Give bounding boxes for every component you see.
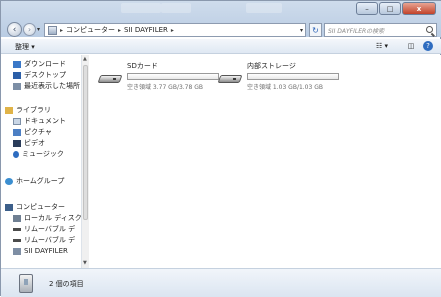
nav-item-pictures[interactable]: ピクチャ (13, 127, 52, 137)
scroll-up-icon[interactable]: ▲ (83, 56, 87, 62)
close-button[interactable]: x (402, 2, 436, 15)
address-history-dropdown[interactable]: ▾ (300, 27, 303, 34)
recent-pages-dropdown[interactable]: ▾ (37, 26, 40, 33)
download-folder-icon (13, 60, 21, 68)
nav-item-label: ライブラリ (16, 106, 51, 114)
breadcrumb-device[interactable]: SII DAYFILER (124, 26, 168, 34)
drive-name: 内部ストレージ (247, 62, 296, 70)
minimize-icon: – (365, 4, 369, 13)
nav-item-label: リムーバブル デ (24, 225, 76, 233)
drive-capacity-bar (247, 73, 339, 80)
nav-item-label: ピクチャ (24, 128, 52, 136)
nav-item-desktop[interactable]: デスクトップ (13, 70, 66, 80)
recent-places-icon (13, 82, 21, 90)
nav-item-removable-disk-2[interactable]: リムーバブル デ (13, 235, 75, 245)
homegroup-icon (5, 177, 13, 185)
window-controls: – □ x (355, 2, 436, 16)
breadcrumb-computer[interactable]: コンピューター (66, 25, 115, 35)
device-icon (13, 247, 21, 255)
drive-item[interactable]: 内部ストレージ 空き領域 1.03 GB/1.03 GB (217, 61, 339, 91)
nav-item-label: SII DAYFILER (24, 247, 68, 255)
back-button[interactable]: ‹ (7, 22, 22, 37)
nav-item-label: ビデオ (24, 139, 45, 147)
computer-icon (5, 203, 13, 211)
nav-item-label: ローカル ディスク (24, 214, 81, 222)
refresh-icon: ↻ (312, 25, 319, 35)
nav-item-local-disk[interactable]: ローカル ディスク (13, 213, 81, 223)
music-icon (13, 150, 19, 158)
library-icon (5, 106, 13, 114)
nav-item-label: 最近表示した場所 (24, 82, 80, 90)
nav-item-label: デスクトップ (24, 71, 66, 79)
organize-menu[interactable]: 整理 ▾ (15, 42, 35, 52)
drive-free-space: 空き領域 3.77 GB/3.78 GB (127, 84, 203, 91)
explorer-window: – □ x ‹ › ▾ ▸ コンピューター ▸ SII DAYFILER ▸ ▾… (0, 0, 441, 297)
nav-item-computer[interactable]: コンピューター (5, 202, 65, 212)
drive-capacity-bar (127, 73, 219, 80)
nav-item-music[interactable]: ミュージック (13, 149, 64, 159)
chevron-down-icon: ▾ (37, 26, 41, 33)
background-window-tab (121, 3, 161, 13)
title-bar: – □ x ‹ › ▾ ▸ コンピューター ▸ SII DAYFILER ▸ ▾… (1, 1, 441, 37)
nav-item-downloads[interactable]: ダウンロード (13, 59, 66, 69)
search-icon[interactable] (426, 26, 433, 33)
nav-item-label: ホームグループ (16, 177, 65, 185)
removable-disk-icon (13, 227, 21, 231)
refresh-button[interactable]: ↻ (309, 23, 322, 37)
close-icon: x (416, 4, 422, 13)
navigation-pane: ダウンロード デスクトップ 最近表示した場所 ライブラリ ドキュメント ピクチャ… (1, 55, 81, 268)
nav-item-label: コンピューター (16, 203, 65, 211)
videos-icon (13, 139, 21, 147)
file-list: SDカード 空き領域 3.77 GB/3.78 GB 内部ストレージ 空き領域 … (91, 55, 441, 268)
documents-icon (13, 117, 21, 125)
nav-item-homegroup[interactable]: ホームグループ (5, 176, 64, 186)
background-window-tab (161, 3, 191, 13)
nav-item-documents[interactable]: ドキュメント (13, 116, 66, 126)
local-disk-icon (13, 214, 21, 222)
breadcrumb-separator[interactable]: ▸ (118, 27, 121, 34)
help-button[interactable]: ? (423, 41, 433, 51)
maximize-button[interactable]: □ (379, 2, 401, 15)
nav-item-libraries[interactable]: ライブラリ (5, 105, 51, 115)
maximize-icon: □ (386, 4, 394, 13)
nav-pane-scrollbar[interactable]: ▲ ▼ (81, 55, 89, 268)
removable-disk-icon (13, 238, 21, 242)
drive-name: SDカード (127, 62, 158, 70)
drive-icon (217, 73, 243, 85)
breadcrumb-separator[interactable]: ▸ (171, 27, 174, 34)
background-window-tab (246, 3, 282, 13)
search-input[interactable]: SII DAYFILERの検索 (324, 23, 437, 37)
drive-free-space: 空き領域 1.03 GB/1.03 GB (247, 84, 323, 91)
nav-item-label: ミュージック (22, 150, 64, 158)
nav-item-removable-disk-1[interactable]: リムーバブル デ (13, 224, 75, 234)
details-pane: 2 個の項目 (1, 268, 441, 297)
nav-item-videos[interactable]: ビデオ (13, 138, 45, 148)
address-bar[interactable]: ▸ コンピューター ▸ SII DAYFILER ▸ ▾ (44, 23, 306, 37)
computer-icon (48, 25, 57, 35)
command-bar: 整理 ▾ ☷ ▾ ◫ ? (1, 39, 441, 54)
scroll-down-icon[interactable]: ▼ (83, 260, 87, 266)
item-count: 2 個の項目 (49, 280, 84, 288)
nav-item-sii-dayfiler[interactable]: SII DAYFILER (13, 246, 68, 256)
device-icon (19, 274, 33, 293)
forward-button[interactable]: › (23, 23, 36, 36)
nav-item-label: ダウンロード (24, 60, 66, 68)
drive-icon (97, 73, 123, 85)
desktop-icon (13, 71, 21, 79)
search-placeholder: SII DAYFILERの検索 (328, 27, 385, 35)
nav-item-label: ドキュメント (24, 117, 66, 125)
breadcrumb-separator[interactable]: ▸ (60, 27, 63, 34)
minimize-button[interactable]: – (356, 2, 378, 15)
preview-pane-button[interactable]: ◫ (405, 41, 417, 51)
drive-item[interactable]: SDカード 空き領域 3.77 GB/3.78 GB (97, 61, 219, 91)
change-view-button[interactable]: ☷ ▾ (371, 41, 393, 51)
back-arrow-icon: ‹ (12, 24, 17, 35)
pictures-icon (13, 128, 21, 136)
nav-item-label: リムーバブル デ (24, 236, 76, 244)
scrollbar-thumb[interactable] (83, 65, 88, 220)
forward-arrow-icon: › (27, 25, 32, 34)
nav-item-recent-places[interactable]: 最近表示した場所 (13, 81, 80, 91)
